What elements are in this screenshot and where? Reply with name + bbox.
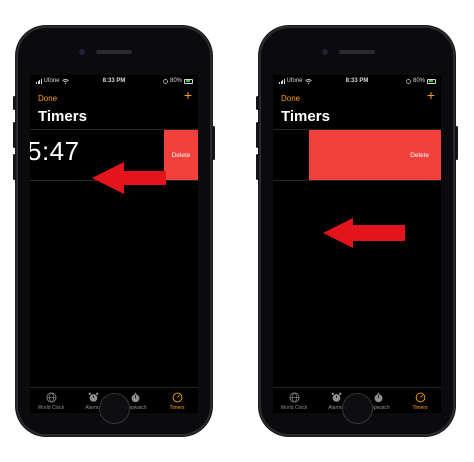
battery-icon bbox=[184, 78, 193, 84]
red-arrow-left bbox=[92, 162, 166, 194]
page-title: Timers bbox=[281, 108, 330, 125]
timer-row[interactable]: Delete bbox=[273, 129, 441, 181]
home-button[interactable] bbox=[342, 393, 373, 424]
home-button[interactable] bbox=[99, 393, 130, 424]
tab-timers[interactable]: Timers bbox=[400, 388, 440, 413]
globe-icon bbox=[289, 392, 299, 403]
globe-icon bbox=[46, 392, 56, 403]
tab-world-clock[interactable]: World Clock bbox=[274, 388, 314, 413]
screen: Ufone 8:33 PM 80% Done + Timers Delete W… bbox=[273, 75, 441, 413]
tab-world-clock[interactable]: World Clock bbox=[31, 388, 71, 413]
status-bar: Ufone 8:33 PM 80% bbox=[30, 75, 198, 87]
stopwatch-icon bbox=[131, 392, 139, 403]
volume-down-button bbox=[13, 154, 16, 180]
delete-button[interactable]: Delete bbox=[164, 130, 198, 180]
phone-right: Ufone 8:33 PM 80% Done + Timers Delete W… bbox=[256, 26, 458, 436]
front-camera bbox=[322, 49, 328, 55]
battery-icon bbox=[427, 78, 436, 84]
done-button[interactable]: Done bbox=[38, 94, 57, 103]
tab-label: World Clock bbox=[37, 405, 65, 411]
lock-rotation-icon bbox=[163, 78, 168, 84]
battery-percent: 80% bbox=[412, 78, 425, 84]
timer-icon bbox=[172, 392, 182, 403]
volume-up-button bbox=[256, 122, 259, 148]
tab-timers[interactable]: Timers bbox=[157, 388, 197, 413]
add-timer-button[interactable]: + bbox=[427, 88, 435, 102]
delete-button[interactable]: Delete bbox=[309, 130, 441, 180]
alarm-clock-icon bbox=[88, 392, 98, 402]
tab-label: World Clock bbox=[280, 405, 308, 411]
tab-label: Timers bbox=[169, 405, 185, 411]
add-timer-button[interactable]: + bbox=[184, 88, 192, 102]
page-title: Timers bbox=[38, 108, 87, 125]
red-arrow-left bbox=[323, 218, 405, 248]
lock-rotation-icon bbox=[406, 78, 411, 84]
timer-value: 5:47 bbox=[30, 136, 80, 166]
mute-switch bbox=[256, 96, 259, 110]
battery-percent: 80% bbox=[169, 78, 182, 84]
done-button[interactable]: Done bbox=[281, 94, 300, 103]
status-bar: Ufone 8:33 PM 80% bbox=[273, 75, 441, 87]
earpiece-speaker bbox=[96, 50, 132, 54]
phone-left: Ufone 8:33 PM 80% Done + Timers 5:47 Del… bbox=[13, 26, 215, 436]
front-camera bbox=[79, 49, 85, 55]
tab-label: Timers bbox=[412, 405, 428, 411]
power-button bbox=[212, 126, 215, 160]
volume-up-button bbox=[13, 122, 16, 148]
mute-switch bbox=[13, 96, 16, 110]
alarm-clock-icon bbox=[331, 392, 341, 402]
earpiece-speaker bbox=[339, 50, 375, 54]
volume-down-button bbox=[256, 154, 259, 180]
power-button bbox=[455, 126, 458, 160]
stopwatch-icon bbox=[374, 392, 382, 403]
timer-icon bbox=[415, 392, 425, 403]
screen: Ufone 8:33 PM 80% Done + Timers 5:47 Del… bbox=[30, 75, 198, 413]
